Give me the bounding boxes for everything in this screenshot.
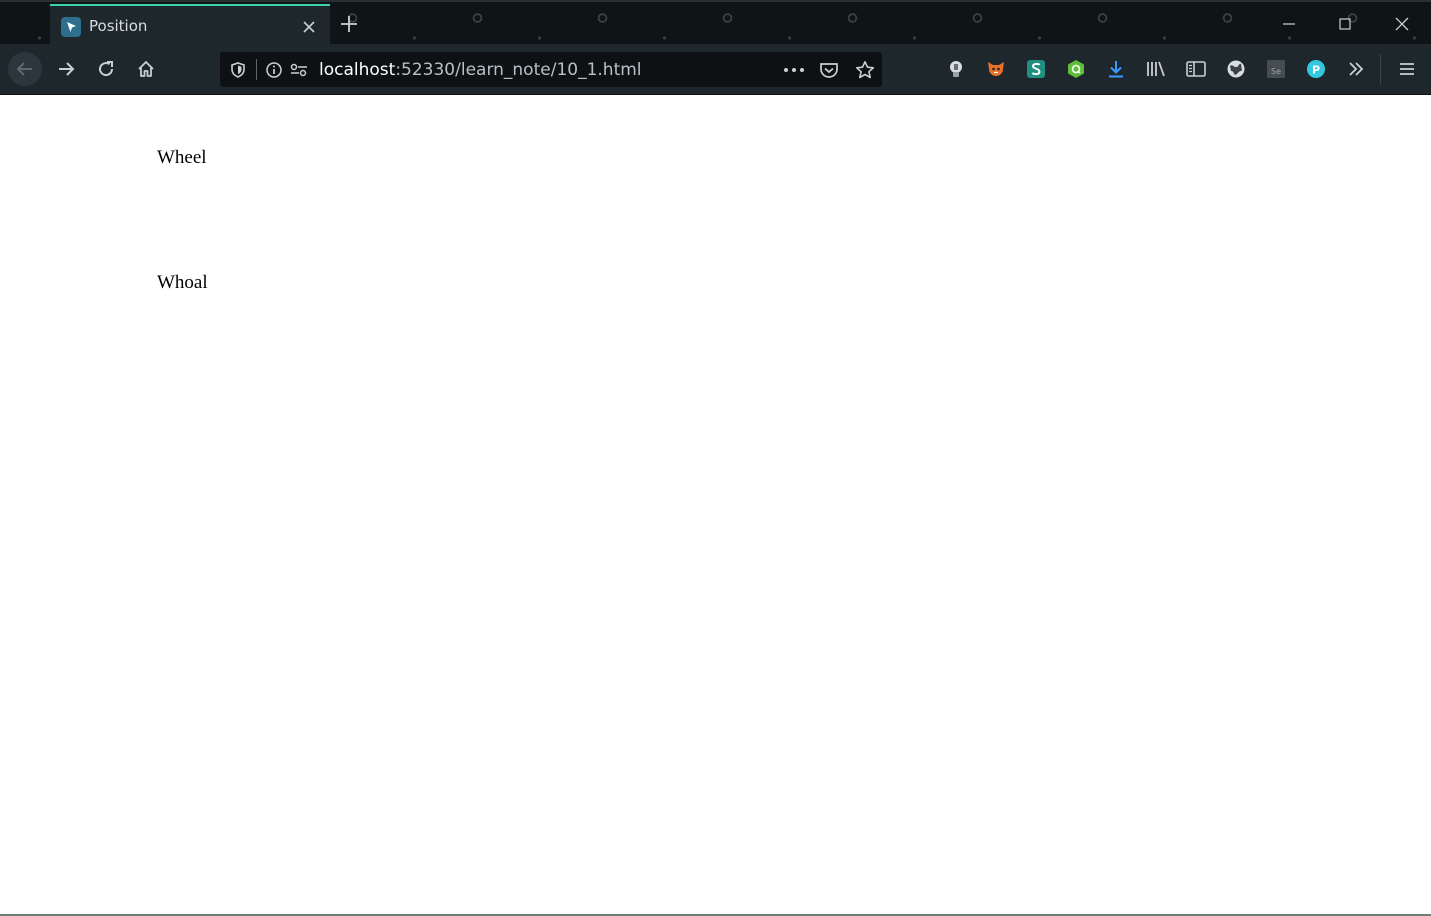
home-icon[interactable] [129,52,163,86]
hamburger-menu-icon[interactable] [1394,56,1420,82]
toolbar-divider [1380,54,1381,85]
svg-text:P: P [1312,64,1320,77]
page-content: Wheel Whoal [0,95,1431,914]
download-icon[interactable] [1103,56,1129,82]
svg-text:Se: Se [1271,67,1281,76]
url-text[interactable]: localhost:52330/learn_note/10_1.html [319,60,642,80]
url-host: localhost [319,60,396,80]
minimize-icon[interactable] [1275,10,1303,38]
browser-window: Position localhost:52330/learn_note/10_1… [0,0,1431,916]
back-arrow-icon[interactable] [8,52,42,86]
globe-extension-icon[interactable] [1223,56,1249,82]
url-path: :52330/learn_note/10_1.html [395,60,642,80]
tab-title: Position [89,17,148,35]
close-tab-icon[interactable] [300,18,318,36]
forward-arrow-icon[interactable] [49,52,83,86]
text-line-2: Whoal [157,272,208,293]
overflow-chevrons-icon[interactable] [1343,56,1369,82]
tab-strip: Position [0,0,1431,46]
maximize-icon[interactable] [1331,10,1359,38]
text-line-1: Wheel [157,147,207,168]
address-bar[interactable]: localhost:52330/learn_note/10_1.html [220,52,882,87]
shield-icon[interactable] [227,59,249,81]
new-tab-plus-icon[interactable] [337,12,361,36]
tab-position[interactable]: Position [50,4,330,46]
permissions-icon[interactable] [288,59,310,81]
library-icon[interactable] [1143,56,1169,82]
fox-extension-icon[interactable] [983,56,1009,82]
navigation-toolbar: localhost:52330/learn_note/10_1.html Se … [0,44,1431,95]
cursor-arrow-icon [61,17,81,37]
more-actions-icon[interactable] [783,59,805,81]
s-extension-icon[interactable] [1023,56,1049,82]
bookmark-star-icon[interactable] [854,59,876,81]
bulb-extension-icon[interactable] [943,56,969,82]
sidebar-icon[interactable] [1183,56,1209,82]
reload-icon[interactable] [89,52,123,86]
pocket-icon[interactable] [818,59,840,81]
info-icon[interactable] [263,59,285,81]
close-window-icon[interactable] [1388,10,1416,38]
selenium-extension-icon[interactable]: Se [1263,56,1289,82]
p-extension-icon[interactable]: P [1303,56,1329,82]
hexagon-extension-icon[interactable] [1063,56,1089,82]
address-divider [256,59,257,80]
